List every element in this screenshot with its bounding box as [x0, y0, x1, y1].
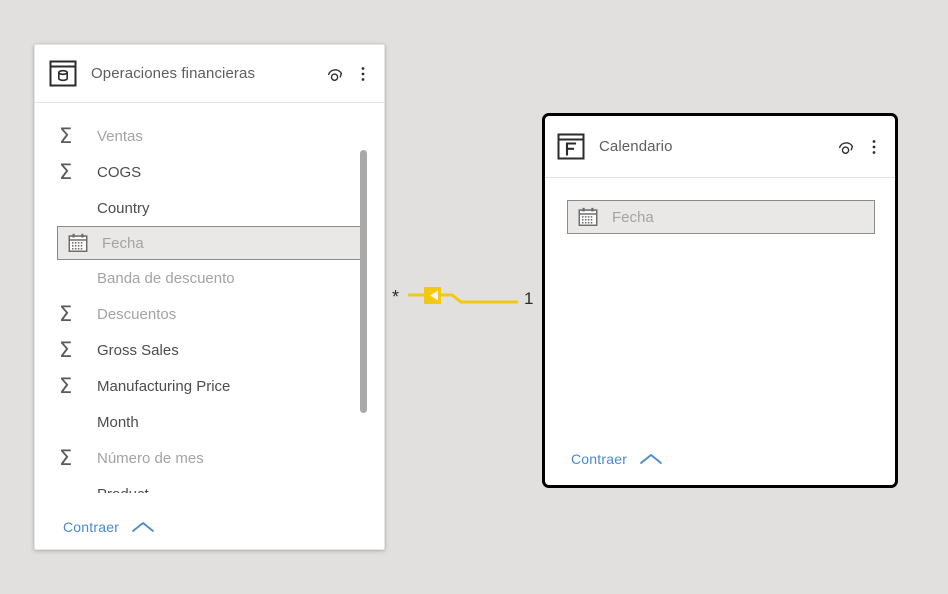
table-card-footer: Contraer	[35, 505, 412, 549]
table-date-icon	[557, 133, 585, 160]
table-card-header-actions	[829, 136, 885, 158]
field-label: Gross Sales	[97, 341, 179, 359]
calendar-icon	[60, 232, 96, 254]
field-label: Banda de descuento	[97, 269, 235, 287]
calendar-icon	[570, 206, 606, 228]
field-label: Fecha	[612, 208, 654, 226]
field-row-month[interactable]: Month	[35, 404, 384, 440]
field-row-fecha[interactable]: Fecha	[567, 200, 875, 234]
field-row-manufacturing-price[interactable]: Σ Manufacturing Price	[35, 368, 384, 404]
field-row-fecha[interactable]: Fecha	[57, 226, 361, 260]
expand-collapse-icon[interactable]	[835, 136, 857, 158]
table-card-title: Operaciones financieras	[91, 65, 256, 82]
table-database-icon	[49, 60, 77, 87]
chevron-up-icon[interactable]	[639, 452, 663, 466]
sigma-icon: Σ	[59, 445, 73, 470]
field-label: COGS	[97, 163, 142, 181]
table-card-calendario[interactable]: Calendario Fecha Contraer	[542, 113, 898, 488]
sigma-icon: Σ	[59, 337, 73, 362]
field-label: Month	[97, 413, 139, 431]
chevron-up-icon[interactable]	[131, 520, 155, 534]
field-list[interactable]: Σ Ventas Σ COGS Country Fecha Banda de d…	[35, 103, 384, 511]
table-card-operaciones-financieras[interactable]: Operaciones financieras Σ Ventas Σ COGS …	[34, 44, 385, 550]
table-card-footer: Contraer	[545, 437, 921, 481]
field-row-ventas[interactable]: Σ Ventas	[35, 118, 384, 154]
field-label: Fecha	[102, 234, 144, 252]
field-list-scrollbar[interactable]	[360, 105, 367, 491]
table-card-header-actions	[318, 63, 374, 85]
field-label: Manufacturing Price	[97, 377, 231, 395]
field-label: Product	[97, 485, 149, 503]
sigma-icon: Σ	[59, 373, 73, 398]
field-row-descuentos[interactable]: Σ Descuentos	[35, 296, 384, 332]
sigma-icon: Σ	[59, 123, 73, 148]
field-row-gross-sales[interactable]: Σ Gross Sales	[35, 332, 384, 368]
cardinality-one-label: 1	[524, 289, 534, 308]
cardinality-many-label: *	[392, 287, 400, 307]
field-label: Ventas	[97, 127, 143, 145]
more-options-icon[interactable]	[352, 63, 374, 85]
sigma-icon: Σ	[59, 159, 73, 184]
field-row-country[interactable]: Country	[35, 190, 384, 226]
field-label: Descuentos	[97, 305, 177, 323]
field-label: Country	[97, 199, 150, 217]
field-label: Número de mes	[97, 449, 204, 467]
more-options-icon[interactable]	[863, 136, 885, 158]
field-row-cogs[interactable]: Σ COGS	[35, 154, 384, 190]
table-card-header[interactable]: Operaciones financieras	[35, 45, 384, 103]
table-card-header[interactable]: Calendario	[545, 116, 895, 178]
field-list[interactable]: Fecha	[545, 178, 895, 234]
collapse-button[interactable]: Contraer	[63, 519, 119, 535]
sigma-icon: Σ	[59, 301, 73, 326]
scrollbar-thumb[interactable]	[360, 150, 367, 413]
field-row-numero-de-mes[interactable]: Σ Número de mes	[35, 440, 384, 476]
table-card-title: Calendario	[599, 138, 673, 155]
field-row-banda-de-descuento[interactable]: Banda de descuento	[35, 260, 384, 296]
collapse-button[interactable]: Contraer	[571, 451, 627, 467]
expand-collapse-icon[interactable]	[324, 63, 346, 85]
